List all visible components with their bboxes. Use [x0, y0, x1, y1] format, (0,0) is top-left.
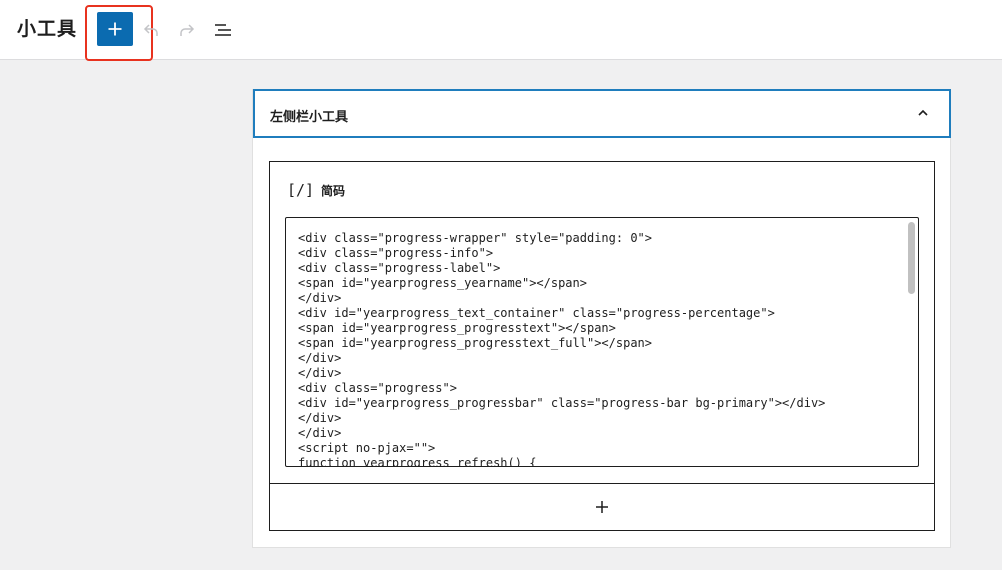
widget-area-title: 左侧栏小工具 [270, 110, 349, 125]
code-line: </div> [298, 291, 342, 305]
code-line: <span id="yearprogress_progresstext_full… [298, 336, 653, 350]
list-view-icon [215, 24, 231, 36]
code-line: <span id="yearprogress_progresstext"></s… [298, 321, 616, 335]
redo-button[interactable] [175, 18, 199, 42]
shortcode-icon: [/] [287, 181, 315, 199]
code-line: <div class="progress-label"> [298, 261, 501, 275]
code-line: <div id="yearprogress_progressbar" class… [298, 396, 826, 410]
code-line: </div> [298, 426, 342, 440]
add-block-button[interactable] [97, 12, 133, 46]
page-title: 小工具 [17, 18, 78, 40]
code-line: function yearprogress_refresh() { [298, 456, 537, 467]
code-line: <div class="progress-wrapper" style="pad… [298, 231, 653, 245]
list-view-button[interactable] [211, 18, 235, 42]
chevron-up-icon [918, 109, 928, 116]
collapse-toggle[interactable] [913, 103, 933, 123]
plus-icon [596, 501, 608, 513]
code-line: <div class="progress"> [298, 381, 457, 395]
undo-icon [143, 24, 158, 36]
redo-icon [180, 24, 195, 36]
plus-icon [108, 22, 122, 36]
code-line: <span id="yearprogress_yearname"></span> [298, 276, 587, 290]
shortcode-label: 简码 [321, 184, 346, 198]
code-line: <div id="yearprogress_text_container" cl… [298, 306, 775, 320]
undo-button[interactable] [139, 18, 163, 42]
code-line: <script no-pjax=""> [298, 441, 436, 455]
code-line: </div> [298, 351, 342, 365]
add-block-appender[interactable] [269, 483, 935, 531]
top-toolbar: 小工具 [0, 0, 1002, 61]
shortcode-block[interactable]: [/] 简码 <div class="progress-wrapper" sty… [269, 161, 935, 484]
shortcode-textarea[interactable]: <div class="progress-wrapper" style="pad… [285, 217, 919, 467]
scrollbar[interactable] [908, 222, 915, 294]
code-line: <div class="progress-info"> [298, 246, 494, 260]
code-line: </div> [298, 366, 342, 380]
widget-area-header[interactable]: 左侧栏小工具 [253, 89, 951, 138]
shortcode-content: <div class="progress-wrapper" style="pad… [298, 231, 898, 467]
code-line: </div> [298, 411, 342, 425]
